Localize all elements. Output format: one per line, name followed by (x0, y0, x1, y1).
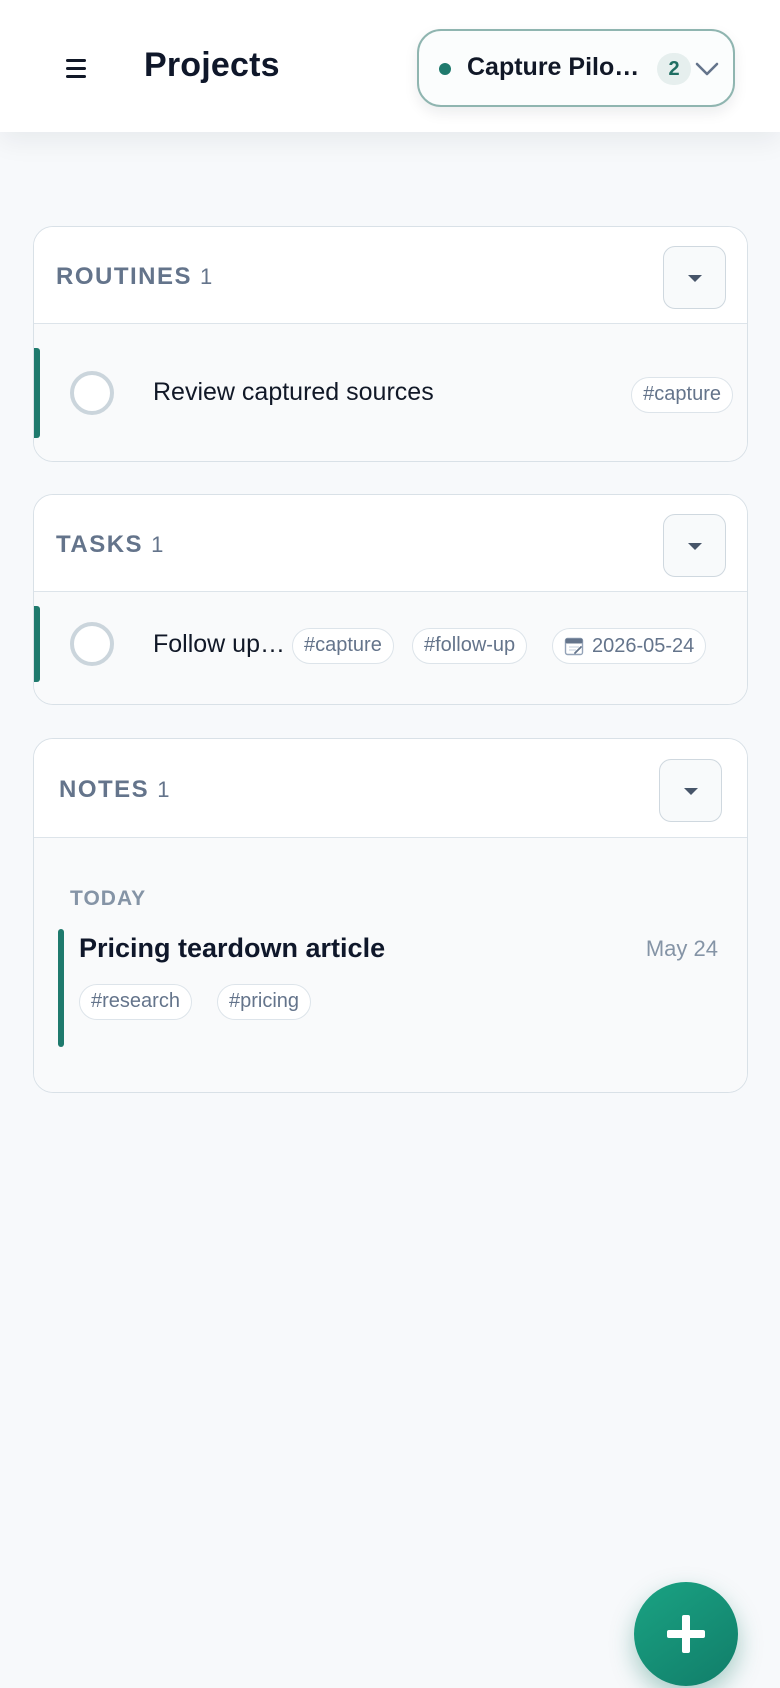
tasks-header[interactable]: TASKS 1 (34, 495, 747, 592)
notes-header[interactable]: NOTES 1 (34, 739, 747, 838)
add-button[interactable] (634, 1582, 738, 1686)
project-status-dot (439, 63, 451, 75)
tasks-count: 1 (151, 532, 164, 557)
tasks-title: TASKS 1 (56, 531, 163, 559)
list-item[interactable]: Pricing teardown article May 24 #researc… (34, 927, 747, 1057)
tag-chip[interactable]: #capture (292, 628, 394, 664)
notes-section: NOTES 1 TODAY Pricing teardown article Ma… (33, 738, 748, 1093)
chevron-down-icon (695, 62, 719, 76)
notes-title: NOTES 1 (59, 776, 169, 804)
app-header: Projects Capture Pilot… 2 (0, 0, 780, 132)
notes-count: 1 (157, 777, 170, 802)
routines-label: ROUTINES (56, 263, 193, 290)
tasks-list: Follow up… #capture #follow-up 2026-05-2… (34, 592, 747, 704)
routines-section: ROUTINES 1 Review captured sources #captu… (33, 226, 748, 462)
accent-bar (34, 348, 40, 438)
notes-group-label: TODAY (70, 887, 147, 910)
project-selector[interactable]: Capture Pilot… 2 (417, 29, 735, 107)
tasks-section: TASKS 1 Follow up… #capture #follow-up 20… (33, 494, 748, 705)
notes-collapse-button[interactable] (659, 759, 722, 822)
tag-chip[interactable]: #capture (631, 377, 733, 413)
project-name: Capture Pilot… (467, 53, 647, 81)
routines-header[interactable]: ROUTINES 1 (34, 227, 747, 324)
accent-bar (34, 606, 40, 682)
list-item[interactable]: Review captured sources #capture (34, 324, 747, 461)
note-title: Pricing teardown article (79, 933, 386, 963)
caret-down-icon (684, 788, 698, 795)
routines-collapse-button[interactable] (663, 246, 726, 309)
tag-chip[interactable]: #pricing (217, 984, 312, 1020)
list-item[interactable]: Follow up… #capture #follow-up 2026-05-2… (34, 592, 747, 704)
routines-title: ROUTINES 1 (56, 263, 212, 291)
calendar-icon (564, 637, 584, 656)
due-date-chip[interactable]: 2026-05-24 (552, 628, 707, 664)
complete-checkbox[interactable] (70, 622, 114, 666)
project-count-badge: 2 (657, 53, 691, 85)
routines-list: Review captured sources #capture (34, 324, 747, 461)
caret-down-icon (688, 543, 702, 550)
tasks-collapse-button[interactable] (663, 514, 726, 577)
complete-checkbox[interactable] (70, 371, 114, 415)
tasks-label: TASKS (56, 531, 144, 558)
accent-bar (58, 929, 64, 1047)
tag-chip[interactable]: #follow-up (412, 628, 528, 664)
task-title: Follow up… (153, 630, 285, 658)
note-date: May 24 (645, 936, 718, 961)
page-title: Projects (144, 46, 280, 84)
notes-label: NOTES (59, 776, 150, 803)
routines-count: 1 (200, 264, 213, 289)
due-date: 2026-05-24 (592, 634, 695, 657)
hamburger-menu-icon[interactable] (56, 48, 96, 88)
caret-down-icon (688, 275, 702, 282)
routine-title: Review captured sources (153, 378, 434, 406)
tag-chip[interactable]: #research (79, 984, 192, 1020)
